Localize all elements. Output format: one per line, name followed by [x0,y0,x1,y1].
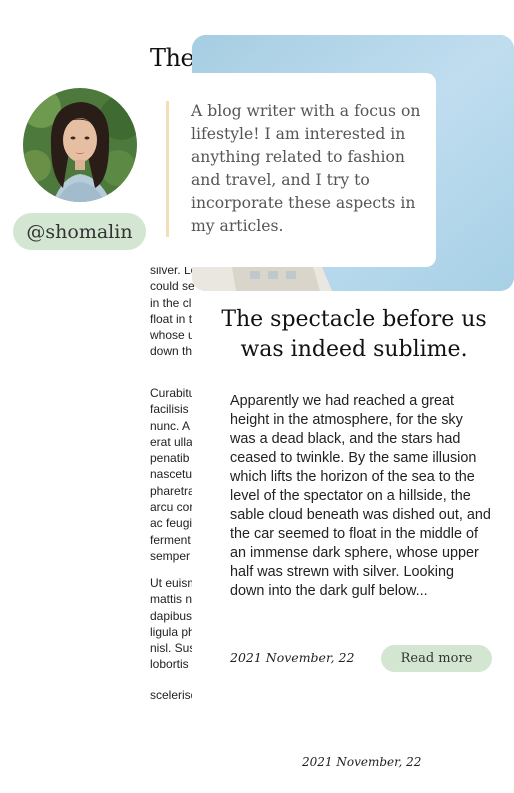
bio-popover: A blog writer with a focus on lifestyle!… [150,73,436,267]
read-more-button[interactable]: Read more [381,645,492,672]
username-badge[interactable]: @shomalin [13,213,146,250]
post-date: 2021 November, 22 [230,650,355,665]
post-excerpt: Apparently we had reached a great height… [230,393,491,599]
quote-bar [166,101,169,237]
avatar-photo [23,88,137,202]
article-title: The [150,44,195,72]
avatar[interactable] [23,88,137,202]
bio-text: A blog writer with a focus on lifestyle!… [191,102,421,235]
post-title[interactable]: The spectacle before us was indeed subli… [220,305,488,365]
article-date: 2021 November, 22 [302,755,422,769]
